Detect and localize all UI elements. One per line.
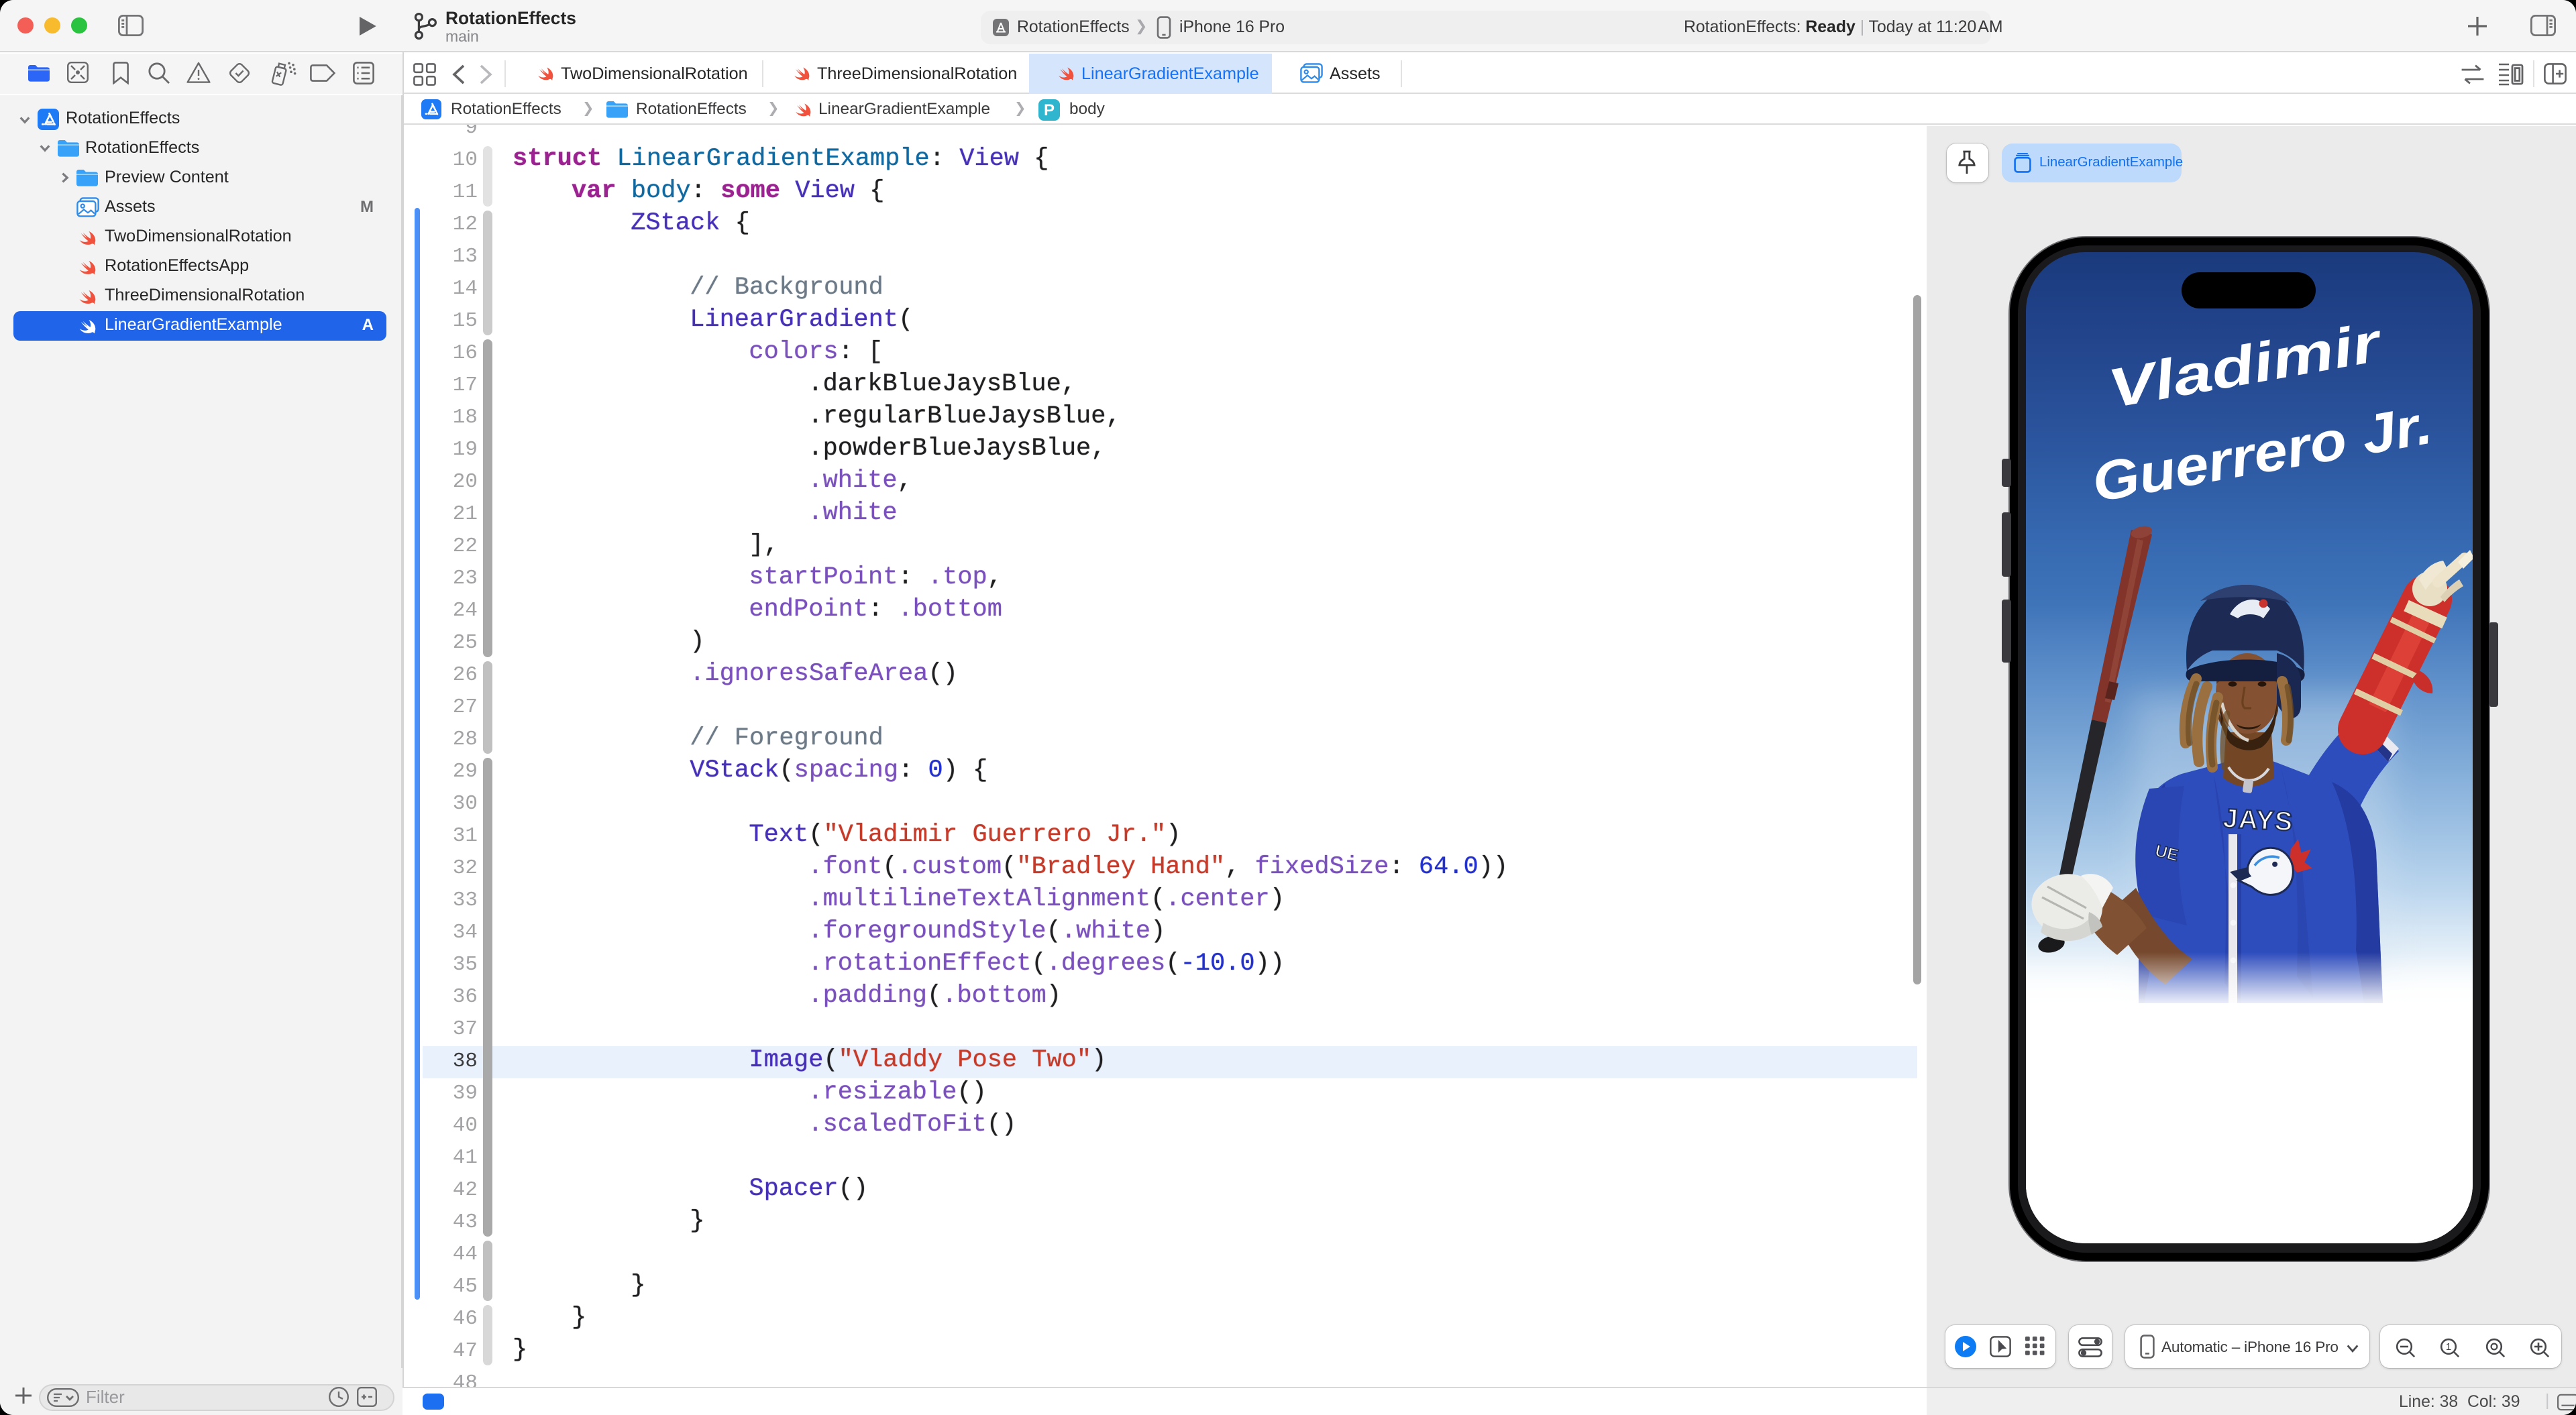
svg-text:JAYS: JAYS <box>2222 803 2294 836</box>
svg-text:1: 1 <box>2446 1341 2451 1352</box>
